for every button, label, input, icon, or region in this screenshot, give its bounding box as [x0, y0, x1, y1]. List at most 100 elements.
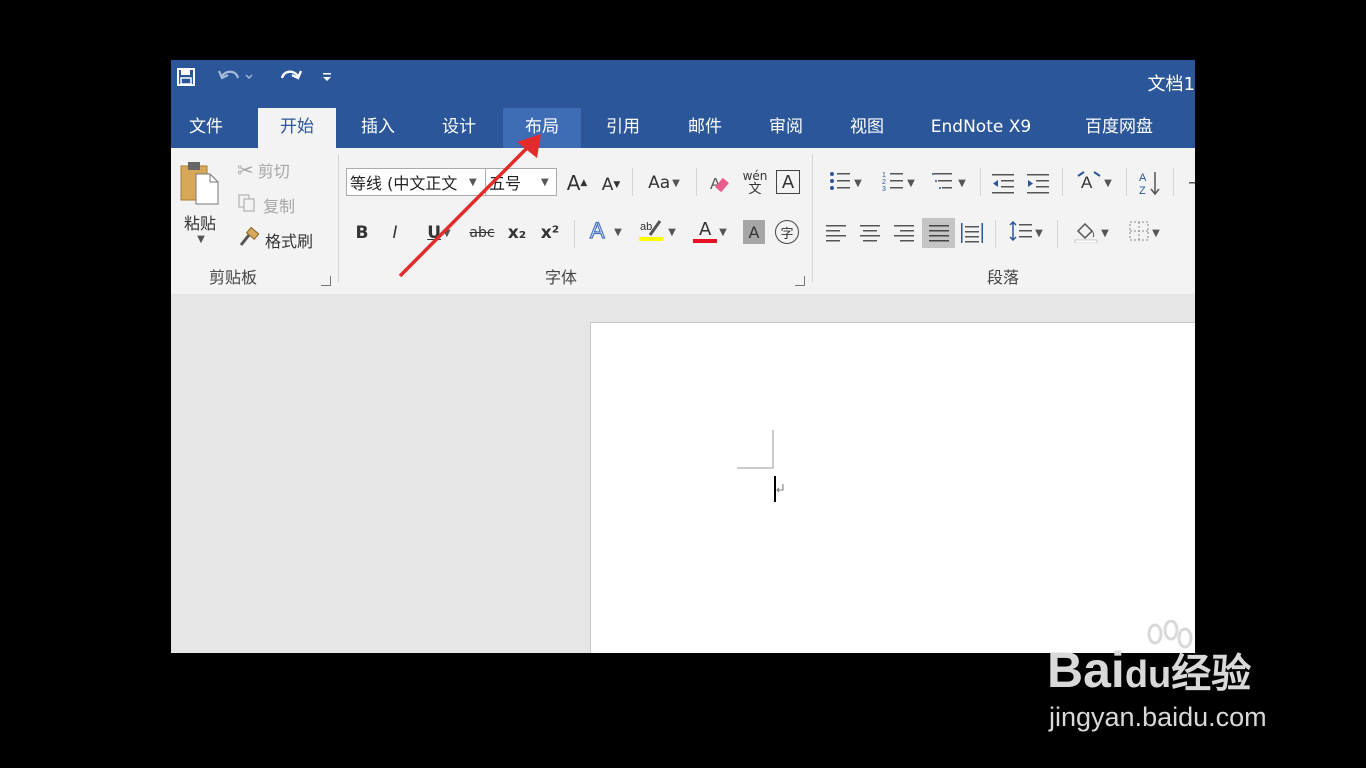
watermark-brand-text: Bai: [1047, 642, 1125, 698]
group-divider: [812, 154, 813, 282]
sort-icon[interactable]: AZ: [1137, 168, 1163, 198]
phonetic-bottom-label: 文: [748, 182, 762, 197]
svg-text:1: 1: [882, 172, 886, 179]
multilevel-list-button[interactable]: ▼: [927, 170, 971, 196]
text-highlight-button[interactable]: ab ▼: [633, 218, 681, 246]
underline-label: U: [427, 223, 442, 243]
italic-button[interactable]: I: [384, 220, 406, 246]
clipboard-launcher-icon[interactable]: [321, 276, 331, 286]
svg-text:2: 2: [882, 179, 886, 186]
character-border-button[interactable]: A: [776, 170, 800, 194]
strikethrough-label: abc: [469, 225, 495, 241]
paste-button[interactable]: 粘贴 ▼: [177, 158, 223, 250]
line-spacing-button[interactable]: ▼: [1004, 220, 1048, 246]
watermark-suffix-text: 经验: [1171, 652, 1252, 696]
divider: [1062, 168, 1063, 196]
enclose-characters-label: 字: [780, 226, 794, 242]
save-icon[interactable]: [173, 64, 199, 90]
watermark-url: jingyan.baidu.com: [1049, 702, 1267, 732]
decrease-indent-icon[interactable]: [989, 170, 1017, 196]
font-size-dropdown-icon[interactable]: ▼: [541, 177, 549, 188]
justify-icon[interactable]: [922, 218, 955, 248]
tab-endnote[interactable]: EndNote X9: [916, 108, 1046, 148]
font-name-box[interactable]: 等线 (中文正文 ▼: [346, 168, 486, 196]
paste-dropdown-icon[interactable]: ▼: [197, 234, 205, 245]
svg-text:A: A: [1139, 172, 1147, 184]
ribbon-tabs: 文件 开始 插入 设计 布局 引用 邮件 审阅 视图 EndNote X9 百度…: [171, 108, 1195, 148]
text-cursor: [774, 476, 776, 502]
clear-formatting-icon[interactable]: A: [707, 170, 733, 196]
underline-button[interactable]: U ▼: [417, 220, 461, 246]
copy-icon: [237, 193, 257, 217]
shrink-font-icon[interactable]: A ▼: [599, 172, 623, 198]
grow-font-icon[interactable]: A ▲: [565, 170, 589, 196]
copy-button[interactable]: 复制: [237, 193, 295, 217]
enclose-characters-button[interactable]: 字: [775, 220, 799, 244]
title-bar: 文档1: [171, 60, 1195, 108]
scissors-icon: ✂: [237, 158, 254, 182]
font-color-label: A: [698, 219, 712, 240]
divider: [980, 168, 981, 196]
line-spacing-icon: [1009, 220, 1033, 247]
paragraph-group-label: 段落: [987, 268, 1020, 287]
font-color-bar: [693, 239, 718, 243]
divider: [632, 168, 633, 196]
font-name-value: 等线 (中文正文: [350, 174, 458, 193]
bold-button[interactable]: B: [351, 220, 373, 246]
cut-button[interactable]: ✂ 剪切: [237, 158, 290, 182]
strikethrough-button[interactable]: abc: [467, 220, 497, 246]
increase-indent-icon[interactable]: [1024, 170, 1052, 196]
redo-icon[interactable]: [275, 64, 305, 90]
superscript-button[interactable]: x²: [537, 220, 563, 246]
group-divider: [338, 154, 339, 282]
tab-insert[interactable]: 插入: [341, 108, 415, 148]
tab-view[interactable]: 视图: [830, 108, 904, 148]
borders-icon: [1128, 220, 1150, 247]
document-page[interactable]: [590, 322, 1195, 653]
font-size-box[interactable]: 五号 ▼: [485, 168, 557, 196]
subscript-button[interactable]: x₂: [504, 220, 530, 246]
align-left-icon[interactable]: [823, 220, 849, 246]
svg-text:A: A: [1081, 173, 1093, 192]
format-painter-button[interactable]: 格式刷: [237, 226, 314, 252]
italic-label: I: [392, 223, 398, 243]
superscript-label: x²: [540, 223, 560, 243]
paragraph-mark-icon: [776, 484, 784, 493]
change-case-button[interactable]: Aa ▼: [641, 170, 687, 196]
customize-qat-icon[interactable]: [317, 64, 337, 90]
bullets-button[interactable]: ▼: [823, 170, 867, 196]
numbering-icon: 123: [881, 170, 905, 197]
tab-file[interactable]: 文件: [173, 108, 239, 148]
tab-baidu-netdisk[interactable]: 百度网盘: [1064, 108, 1174, 148]
font-color-button[interactable]: A ▼: [686, 218, 734, 246]
show-hide-marks-icon[interactable]: [1181, 170, 1195, 196]
font-launcher-icon[interactable]: [795, 276, 805, 286]
cut-label: 剪切: [257, 162, 290, 181]
undo-icon[interactable]: [215, 64, 257, 90]
align-center-icon[interactable]: [857, 220, 883, 246]
phonetic-guide-button[interactable]: wén 文: [741, 168, 769, 198]
tab-references[interactable]: 引用: [586, 108, 660, 148]
numbering-button[interactable]: 123 ▼: [875, 170, 921, 196]
chinese-layout-icon: A: [1076, 170, 1102, 197]
tab-mailings[interactable]: 邮件: [668, 108, 742, 148]
format-painter-label: 格式刷: [265, 232, 314, 251]
tab-layout[interactable]: 布局: [503, 108, 581, 148]
borders-button[interactable]: ▼: [1121, 220, 1167, 246]
baidu-jingyan-watermark: Baidu经验 jingyan.baidu.com: [1047, 619, 1307, 740]
font-name-dropdown-icon[interactable]: ▼: [469, 177, 477, 188]
watermark-du-text: du: [1124, 654, 1172, 696]
tab-review[interactable]: 审阅: [749, 108, 823, 148]
text-effects-button[interactable]: A ▼: [583, 217, 627, 246]
margin-crop-mark: [737, 430, 784, 502]
bold-label: B: [355, 223, 369, 243]
divider: [1126, 168, 1127, 196]
align-right-icon[interactable]: [891, 220, 917, 246]
svg-text:ab: ab: [640, 221, 652, 233]
chinese-layout-button[interactable]: A ▼: [1071, 170, 1117, 196]
character-shading-button[interactable]: A: [743, 220, 765, 244]
distributed-icon[interactable]: [959, 220, 985, 246]
shading-button[interactable]: ▼: [1068, 220, 1114, 246]
tab-design[interactable]: 设计: [422, 108, 496, 148]
tab-home[interactable]: 开始: [258, 108, 336, 148]
